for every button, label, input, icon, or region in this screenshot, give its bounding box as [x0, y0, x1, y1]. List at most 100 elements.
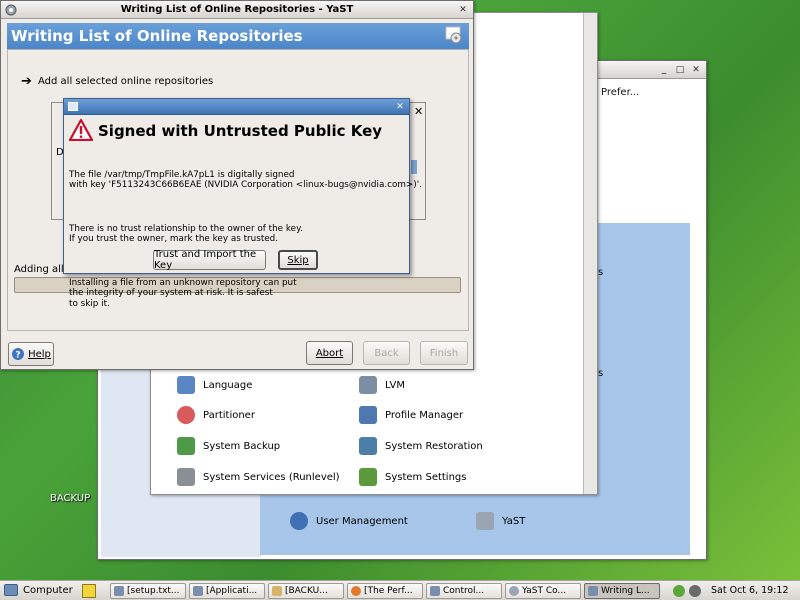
module-system-backup[interactable]: System Backup: [177, 437, 280, 455]
vertical-scrollbar[interactable]: [583, 13, 597, 494]
module-partitioner[interactable]: Partitioner: [177, 406, 255, 424]
trust-import-button[interactable]: Trust and Import the Key: [153, 249, 266, 271]
task-icon: [430, 586, 440, 596]
close-icon[interactable]: ✕: [690, 64, 702, 76]
firefox-icon: [351, 586, 361, 596]
close-icon[interactable]: ✕: [457, 4, 469, 16]
abort-label: Abort: [315, 347, 344, 359]
bg-prefer-text: Prefer...: [601, 87, 640, 98]
yast-icon: [5, 4, 17, 16]
restore-icon: [359, 437, 377, 455]
computer-label: Computer: [23, 584, 73, 596]
module-label: Language: [203, 379, 253, 391]
task-label: [Applicati...: [206, 586, 258, 596]
taskbar: Computer [setup.txt... [Applicati... [BA…: [0, 580, 800, 600]
page-title: Writing List of Online Repositories: [11, 27, 303, 45]
minimize-icon[interactable]: _: [658, 64, 670, 76]
sub-progress-tip: [411, 160, 417, 174]
help-label: Help: [28, 348, 51, 360]
task-label: [The Perf...: [364, 586, 413, 596]
abort-button[interactable]: Abort: [306, 341, 353, 365]
popup-message: The file /var/tmp/TmpFile.kA7pL1 is digi…: [69, 148, 422, 342]
trust-import-label: Trust and Import the Key: [154, 249, 257, 271]
task-icon: [588, 586, 598, 596]
yast-icon: [509, 586, 519, 596]
task-icon: [193, 586, 203, 596]
window-title: Writing List of Online Repositories - Ya…: [120, 4, 354, 15]
module-language[interactable]: Language: [177, 376, 252, 394]
popup-title: Signed with Untrusted Public Key: [98, 122, 383, 140]
close-icon[interactable]: ✕: [394, 101, 406, 113]
module-label: LVM: [385, 379, 405, 391]
module-label: Partitioner: [203, 409, 255, 421]
module-label: YaST: [502, 515, 526, 527]
task-label: [BACKU...: [285, 586, 328, 596]
cd-icon: [445, 26, 462, 44]
help-button[interactable]: ? Help: [8, 342, 54, 366]
module-system-settings[interactable]: System Settings: [359, 468, 466, 486]
task-yast[interactable]: YaST Co...: [505, 583, 581, 599]
warning-icon: [69, 119, 93, 141]
arrow-right-icon: ➔: [21, 74, 32, 89]
bg-s3-text: s: [598, 368, 604, 379]
flag-icon: [177, 376, 195, 394]
task-label: [setup.txt...: [127, 586, 180, 596]
task-label: YaST Co...: [522, 586, 567, 596]
module-label: User Management: [316, 515, 408, 527]
popup-text-trust: There is no trust relationship to the ow…: [69, 223, 303, 245]
page-header: Writing List of Online Repositories: [7, 23, 469, 49]
module-user-management[interactable]: User Management: [290, 512, 408, 530]
popup-text-signature: The file /var/tmp/TmpFile.kA7pL1 is digi…: [69, 169, 422, 191]
maximize-icon[interactable]: □: [674, 64, 686, 76]
task-control-center[interactable]: Control...: [426, 583, 502, 599]
backup-icon: [177, 437, 195, 455]
finish-label: Finish: [429, 347, 459, 359]
task-writing-list[interactable]: Writing L...: [584, 583, 660, 599]
module-label: Profile Manager: [385, 409, 464, 421]
services-icon: [177, 468, 195, 486]
finish-button[interactable]: Finish: [420, 341, 468, 365]
notes-icon[interactable]: [82, 584, 96, 598]
step-label: Add all selected online repositories: [38, 76, 214, 87]
disk-icon: [177, 406, 195, 424]
module-label: System Backup: [203, 440, 281, 452]
module-system-services[interactable]: System Services (Runlevel): [177, 468, 340, 486]
desktop-backup-label[interactable]: BACKUP: [50, 493, 90, 504]
folder-icon: [272, 586, 282, 596]
wrench-icon: [476, 512, 494, 530]
sub-close-icon[interactable]: ✕: [414, 105, 423, 118]
help-icon: ?: [12, 348, 25, 361]
profile-icon: [359, 406, 377, 424]
clock[interactable]: Sat Oct 6, 19:12: [711, 585, 789, 596]
task-label: Control...: [443, 586, 485, 596]
user-icon: [290, 512, 308, 530]
skip-label: Skip: [287, 254, 309, 266]
lvm-icon: [359, 376, 377, 394]
module-label: System Settings: [385, 471, 467, 483]
module-label: System Services (Runlevel): [203, 471, 340, 483]
module-profile-manager[interactable]: Profile Manager: [359, 406, 463, 424]
settings-icon: [359, 468, 377, 486]
module-yast[interactable]: YaST: [476, 512, 525, 530]
task-applications[interactable]: [Applicati...: [189, 583, 265, 599]
back-button[interactable]: Back: [363, 341, 410, 365]
main-titlebar[interactable]: Writing List of Online Repositories - Ya…: [1, 1, 473, 19]
module-label: System Restoration: [385, 440, 483, 452]
computer-icon: [4, 584, 18, 596]
popup-titlebar[interactable]: ✕: [64, 99, 409, 115]
untrusted-key-dialog: ✕ Signed with Untrusted Public Key The f…: [63, 98, 422, 309]
task-icon: [114, 586, 124, 596]
update-icon[interactable]: [689, 585, 701, 597]
skip-button[interactable]: Skip: [278, 250, 318, 270]
module-system-restoration[interactable]: System Restoration: [359, 437, 483, 455]
task-firefox[interactable]: [The Perf...: [347, 583, 423, 599]
task-label: Writing L...: [601, 586, 650, 596]
computer-menu-button[interactable]: Computer: [4, 584, 73, 596]
back-label: Back: [374, 347, 399, 359]
task-setup[interactable]: [setup.txt...: [110, 583, 186, 599]
svg-text:?: ?: [15, 351, 20, 361]
window-icon: [68, 102, 78, 111]
network-icon[interactable]: [673, 585, 685, 597]
task-backup[interactable]: [BACKU...: [268, 583, 344, 599]
module-lvm[interactable]: LVM: [359, 376, 405, 394]
